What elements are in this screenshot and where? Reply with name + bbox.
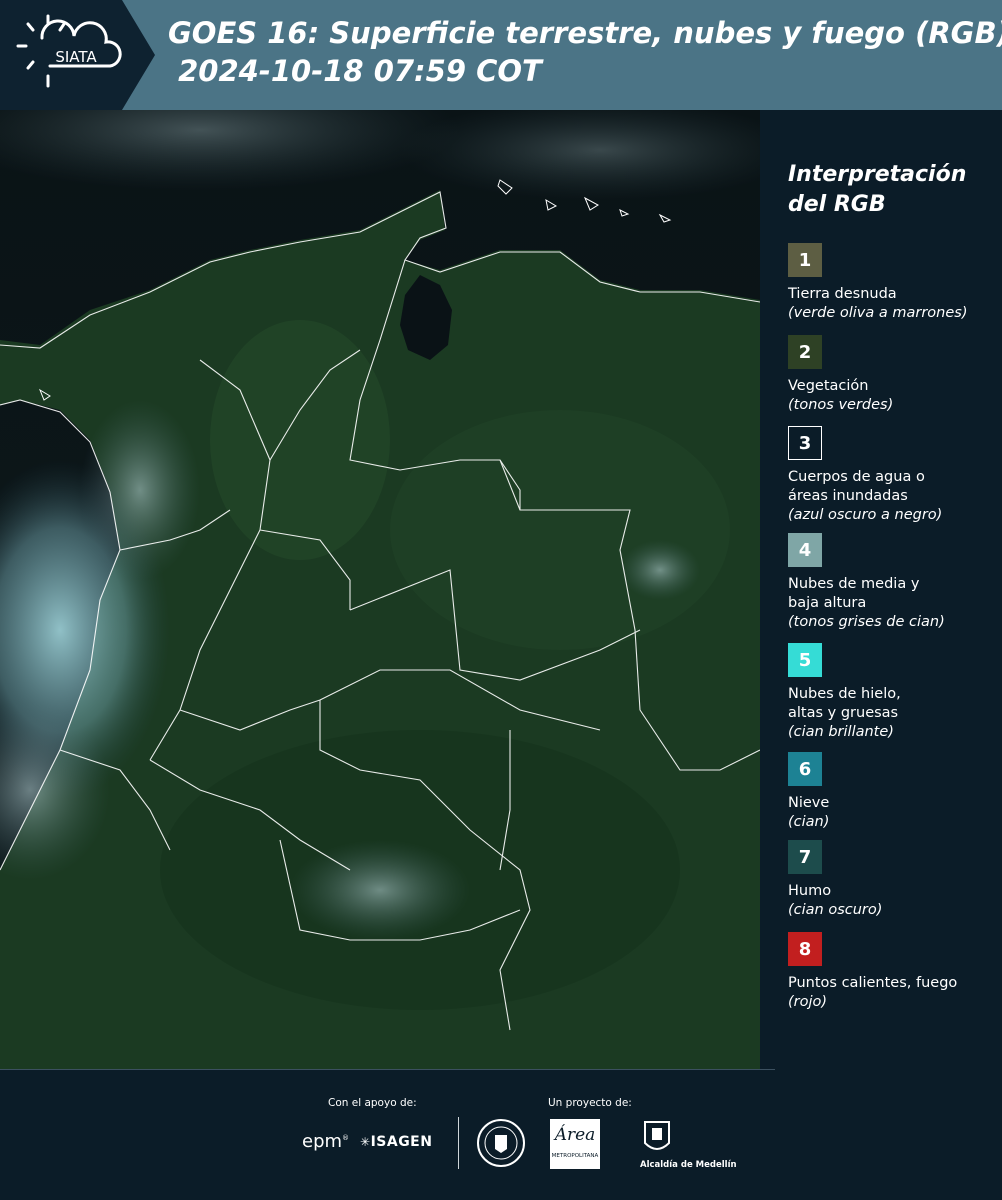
title-line-2: 2024-10-18 07:59 COT — [168, 54, 542, 88]
map-svg — [0, 110, 760, 1070]
university-seal-icon — [477, 1119, 525, 1167]
legend-description: (cian brillante) — [788, 724, 894, 740]
legend-item: 7 Humo (cian oscuro) — [788, 840, 998, 920]
isagen-text: ISAGEN — [370, 1134, 433, 1150]
legend-description: (tonos verdes) — [788, 397, 894, 413]
legend-text: Puntos calientes, fuego (rojo) — [788, 974, 998, 1012]
legend-text: Tierra desnuda (verde oliva a marrones) — [788, 285, 998, 323]
isagen-logo: ✳ISAGEN — [360, 1134, 433, 1150]
legend-description: (rojo) — [788, 994, 828, 1010]
legend-item: 5 Nubes de hielo, altas y gruesas (cian br… — [788, 643, 998, 742]
legend-text: Cuerpos de agua o áreas inundadas (azul o… — [788, 468, 998, 525]
alcaldia-label: Alcaldía de Medellín — [640, 1160, 737, 1170]
legend-description: (tonos grises de cian) — [788, 614, 945, 630]
legend-item: 8 Puntos calientes, fuego (rojo) — [788, 932, 998, 1012]
legend-text: Nieve (cian) — [788, 794, 998, 832]
legend-label: Humo — [788, 883, 832, 899]
legend-item: 1 Tierra desnuda (verde oliva a marrones) — [788, 243, 998, 323]
legend-label: Cuerpos de agua o áreas inundadas — [788, 469, 925, 504]
legend-text: Humo (cian oscuro) — [788, 882, 998, 920]
legend-description: (verde oliva a marrones) — [788, 305, 968, 321]
legend-label: Nubes de hielo, altas y gruesas — [788, 686, 901, 721]
title-line-1: GOES 16: Superficie terrestre, nubes y f… — [168, 16, 1002, 50]
alcaldia-shield-icon — [644, 1121, 670, 1150]
legend-item: 3 Cuerpos de agua o áreas inundadas (azul … — [788, 426, 998, 525]
legend-description: (cian) — [788, 814, 830, 830]
page-title: GOES 16: Superficie terrestre, nubes y f… — [168, 14, 1002, 90]
legend-swatch: 1 — [788, 243, 822, 277]
legend-swatch: 7 — [788, 840, 822, 874]
legend-title: Interpretación del RGB — [788, 162, 967, 217]
brand-text: SIATA — [55, 48, 97, 66]
legend-swatch: 2 — [788, 335, 822, 369]
legend-item: 2 Vegetación (tonos verdes) — [788, 335, 998, 415]
legend-label: Nubes de media y baja altura — [788, 576, 920, 611]
area-main-text: Área — [554, 1125, 596, 1145]
legend-label: Puntos calientes, fuego — [788, 975, 958, 991]
legend-description: (cian oscuro) — [788, 902, 883, 918]
legend-swatch: 3 — [788, 426, 822, 460]
footer-divider-line — [0, 1069, 775, 1070]
legend-swatch: 8 — [788, 932, 822, 966]
legend-text: Nubes de media y baja altura (tonos grise… — [788, 575, 998, 632]
legend-label: Vegetación — [788, 378, 869, 394]
area-sub-text: METROPOLITANA — [551, 1153, 599, 1159]
area-metropolitana-logo: Área METROPOLITANA — [550, 1119, 600, 1169]
legend-text: Nubes de hielo, altas y gruesas (cian bri… — [788, 685, 998, 742]
footer-divider — [458, 1117, 459, 1169]
project-label: Un proyecto de: — [548, 1097, 632, 1109]
legend-label: Nieve — [788, 795, 830, 811]
legend-item: 4 Nubes de media y baja altura (tonos gris… — [788, 533, 998, 632]
legend-label: Tierra desnuda — [788, 286, 897, 302]
legend-description: (azul oscuro a negro) — [788, 507, 943, 523]
epm-logo: epm® — [302, 1131, 350, 1152]
legend-swatch: 5 — [788, 643, 822, 677]
legend-text: Vegetación (tonos verdes) — [788, 377, 998, 415]
siata-logo: SIATA — [16, 14, 122, 88]
epm-text: epm — [302, 1131, 343, 1152]
legend-swatch: 6 — [788, 752, 822, 786]
satellite-map[interactable] — [0, 110, 760, 1070]
support-label: Con el apoyo de: — [328, 1097, 417, 1109]
legend-swatch: 4 — [788, 533, 822, 567]
legend-item: 6 Nieve (cian) — [788, 752, 998, 832]
